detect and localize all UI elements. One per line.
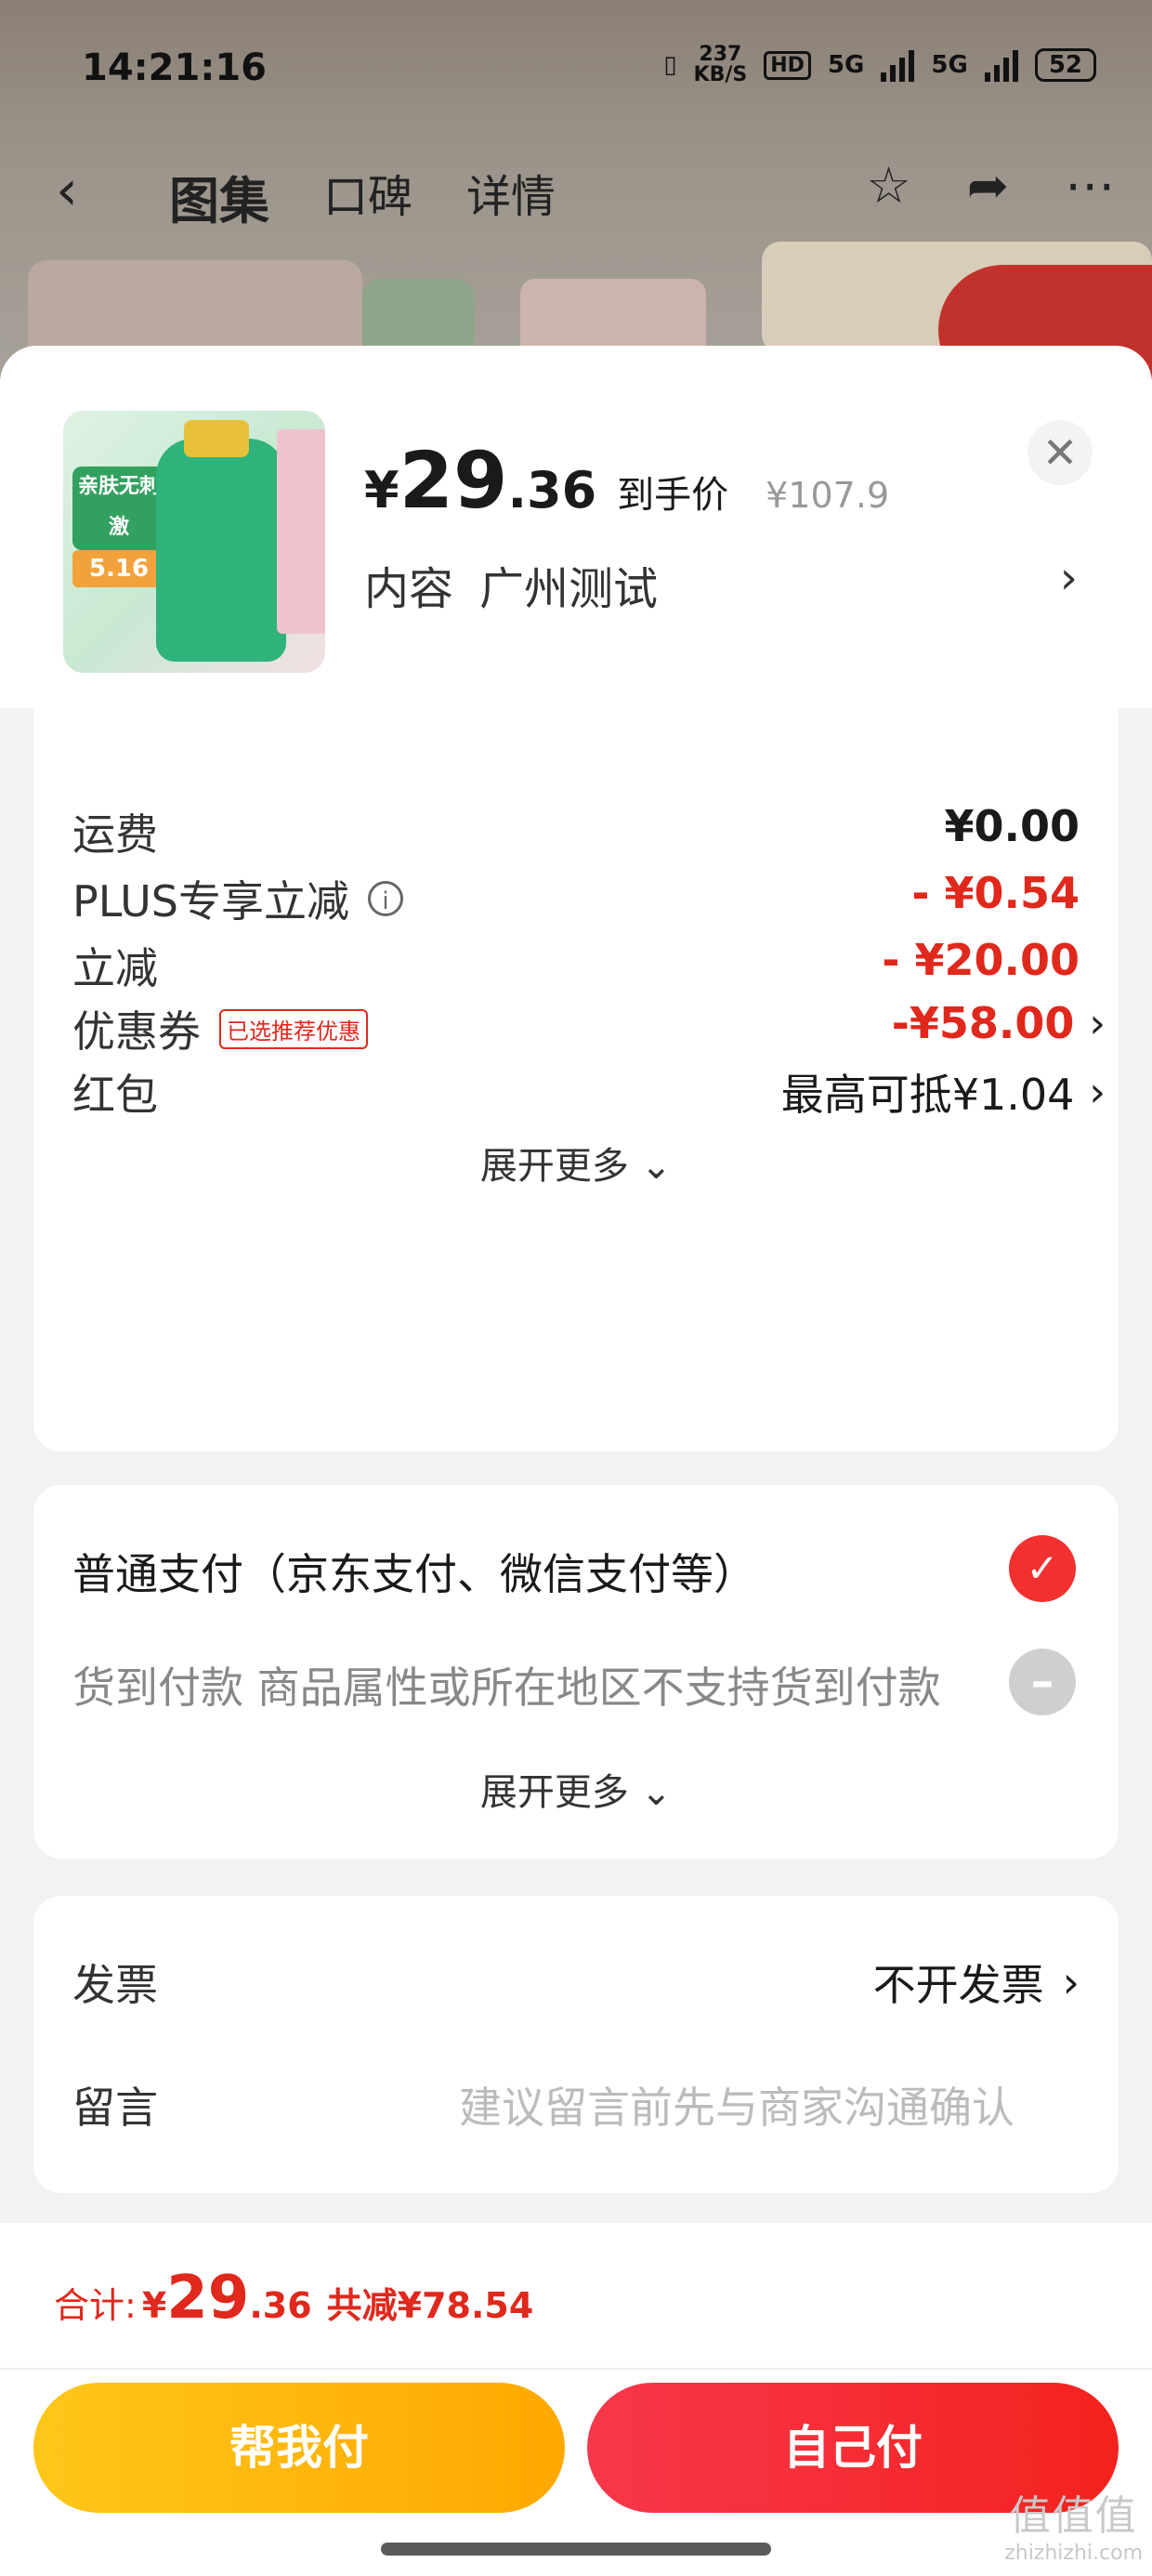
invoice-message-card: 发票 不开发票 › 留言 建议留言前先与商家沟通确认 — [33, 1896, 1119, 2193]
spec-label: 内容 — [364, 563, 454, 615]
nav-actions: ☆ ➦ ⋯ — [866, 156, 1115, 215]
close-button[interactable]: ✕ — [1028, 420, 1093, 485]
shipping-value: ¥0.00 — [944, 801, 1080, 851]
price-details-card: 运费 ¥0.00 PLUS专享立减 i - ¥0.54 立减 - ¥20.00 … — [33, 708, 1119, 1452]
total-saved: 共减¥78.54 — [326, 2285, 534, 2326]
sheet-header: 亲肤无刺激 5.16 ¥ 29 .36 到手价 ¥107.9 ✕ 内容 广州测试… — [0, 346, 1152, 708]
normal-pay-option[interactable]: 普通支付（京东支付、微信支付等） ✓ — [72, 1535, 1080, 1610]
coupon-value: -¥58.00 — [891, 998, 1075, 1048]
product-thumbnail: 亲肤无刺激 5.16 — [63, 411, 325, 673]
chevron-right-icon[interactable]: › — [1060, 552, 1078, 604]
divider — [0, 2368, 1152, 2370]
net-speed: 237 KB/S — [693, 43, 748, 86]
nav-tabs: 图集 口碑 详情 — [169, 160, 556, 233]
payment-method-card: 普通支付（京东支付、微信支付等） ✓ 货到付款 商品属性或所在地区不支持货到付款… — [33, 1485, 1119, 1859]
bottom-action-bar: 合计: ¥ 29 .36 共减¥78.54 帮我付 自己付 值值值 zhizhi… — [0, 2223, 1152, 2576]
coupon-row[interactable]: 优惠券 已选推荐优惠 -¥58.00 › — [72, 998, 1106, 1063]
partial-row-cutoff — [72, 708, 1080, 742]
product-bottle-image — [156, 439, 286, 662]
checked-icon[interactable]: ✓ — [1009, 1535, 1076, 1602]
shipping-row: 运费 ¥0.00 — [72, 801, 1080, 860]
more-icon[interactable]: ⋯ — [1065, 156, 1115, 215]
chevron-down-icon: ⌄ — [640, 1771, 673, 1814]
price-tag-label: 到手价 — [617, 474, 729, 517]
original-price: ¥107.9 — [766, 475, 890, 516]
watermark-logo: 值值值 zhizhizhi.com — [1004, 2492, 1143, 2565]
hd-icon: HD — [764, 50, 811, 80]
instant-discount-value: - ¥20.00 — [882, 935, 1080, 985]
signal-icon — [881, 48, 915, 82]
share-icon[interactable]: ➦ — [967, 156, 1009, 215]
favorite-star-icon[interactable]: ☆ — [866, 156, 910, 215]
red-packet-value: 最高可抵¥1.04 — [780, 1070, 1075, 1120]
spec-selector[interactable]: 内容 广州测试 — [364, 552, 658, 617]
invoice-value: 不开发票 — [872, 1960, 1044, 2010]
coupon-tag: 已选推荐优惠 — [219, 1008, 368, 1049]
plus-discount-value: - ¥0.54 — [911, 868, 1080, 918]
help-pay-button[interactable]: 帮我付 — [33, 2383, 565, 2513]
plus-discount-row: PLUS专享立减 i - ¥0.54 — [72, 868, 1080, 927]
expand-more-button[interactable]: 展开更多 ⌄ — [33, 1136, 1119, 1189]
info-icon[interactable]: i — [367, 881, 403, 916]
tab-gallery[interactable]: 图集 — [169, 160, 269, 233]
status-time: 14:21:16 — [82, 46, 267, 89]
instant-discount-row: 立减 - ¥20.00 — [72, 935, 1080, 993]
expand-more-button[interactable]: 展开更多 ⌄ — [33, 1762, 1119, 1816]
tab-reviews[interactable]: 口碑 — [323, 160, 412, 233]
message-row: 留言 建议留言前先与商家沟通确认 — [72, 2069, 1080, 2143]
vibrate-icon: ▯ — [663, 51, 677, 79]
back-icon[interactable]: ‹ — [56, 158, 78, 223]
chevron-right-icon: › — [1089, 999, 1106, 1047]
chevron-down-icon: ⌄ — [640, 1145, 673, 1188]
product-box-image — [277, 429, 325, 634]
status-bar: 14:21:16 ▯ 237 KB/S HD 5G 5G 52 — [0, 37, 1152, 102]
total-summary: 合计: ¥ 29 .36 共减¥78.54 — [54, 2264, 534, 2333]
bottle-cap-image — [184, 420, 249, 457]
product-nav-bar: ‹ 图集 口碑 详情 ☆ ➦ ⋯ — [0, 149, 1152, 232]
sim2-label: 5G — [931, 51, 968, 79]
chevron-right-icon: › — [1062, 1957, 1080, 2007]
message-input[interactable]: 建议留言前先与商家沟通确认 — [459, 2074, 1015, 2136]
tab-details[interactable]: 详情 — [466, 160, 556, 233]
spec-value: 广州测试 — [479, 563, 659, 615]
thumb-badge: 亲肤无刺激 — [72, 467, 165, 550]
sim1-label: 5G — [827, 51, 865, 79]
chevron-right-icon: › — [1089, 1068, 1106, 1116]
home-indicator[interactable] — [381, 2543, 771, 2556]
status-icons: ▯ 237 KB/S HD 5G 5G 52 — [663, 45, 1096, 85]
final-price: ¥ 29 .36 到手价 ¥107.9 — [364, 435, 890, 526]
cash-on-delivery-option: 货到付款 商品属性或所在地区不支持货到付款 – — [72, 1649, 1080, 1723]
red-packet-row[interactable]: 红包 最高可抵¥1.04 › — [72, 1061, 1106, 1126]
thumb-date: 5.16 — [72, 550, 165, 587]
disabled-icon: – — [1009, 1649, 1076, 1715]
invoice-row[interactable]: 发票 不开发票 › — [72, 1946, 1080, 2020]
battery-icon: 52 — [1034, 48, 1096, 82]
product-page-background: 14:21:16 ▯ 237 KB/S HD 5G 5G 52 ‹ 图集 口碑 … — [0, 0, 1152, 390]
signal-icon — [984, 48, 1018, 82]
